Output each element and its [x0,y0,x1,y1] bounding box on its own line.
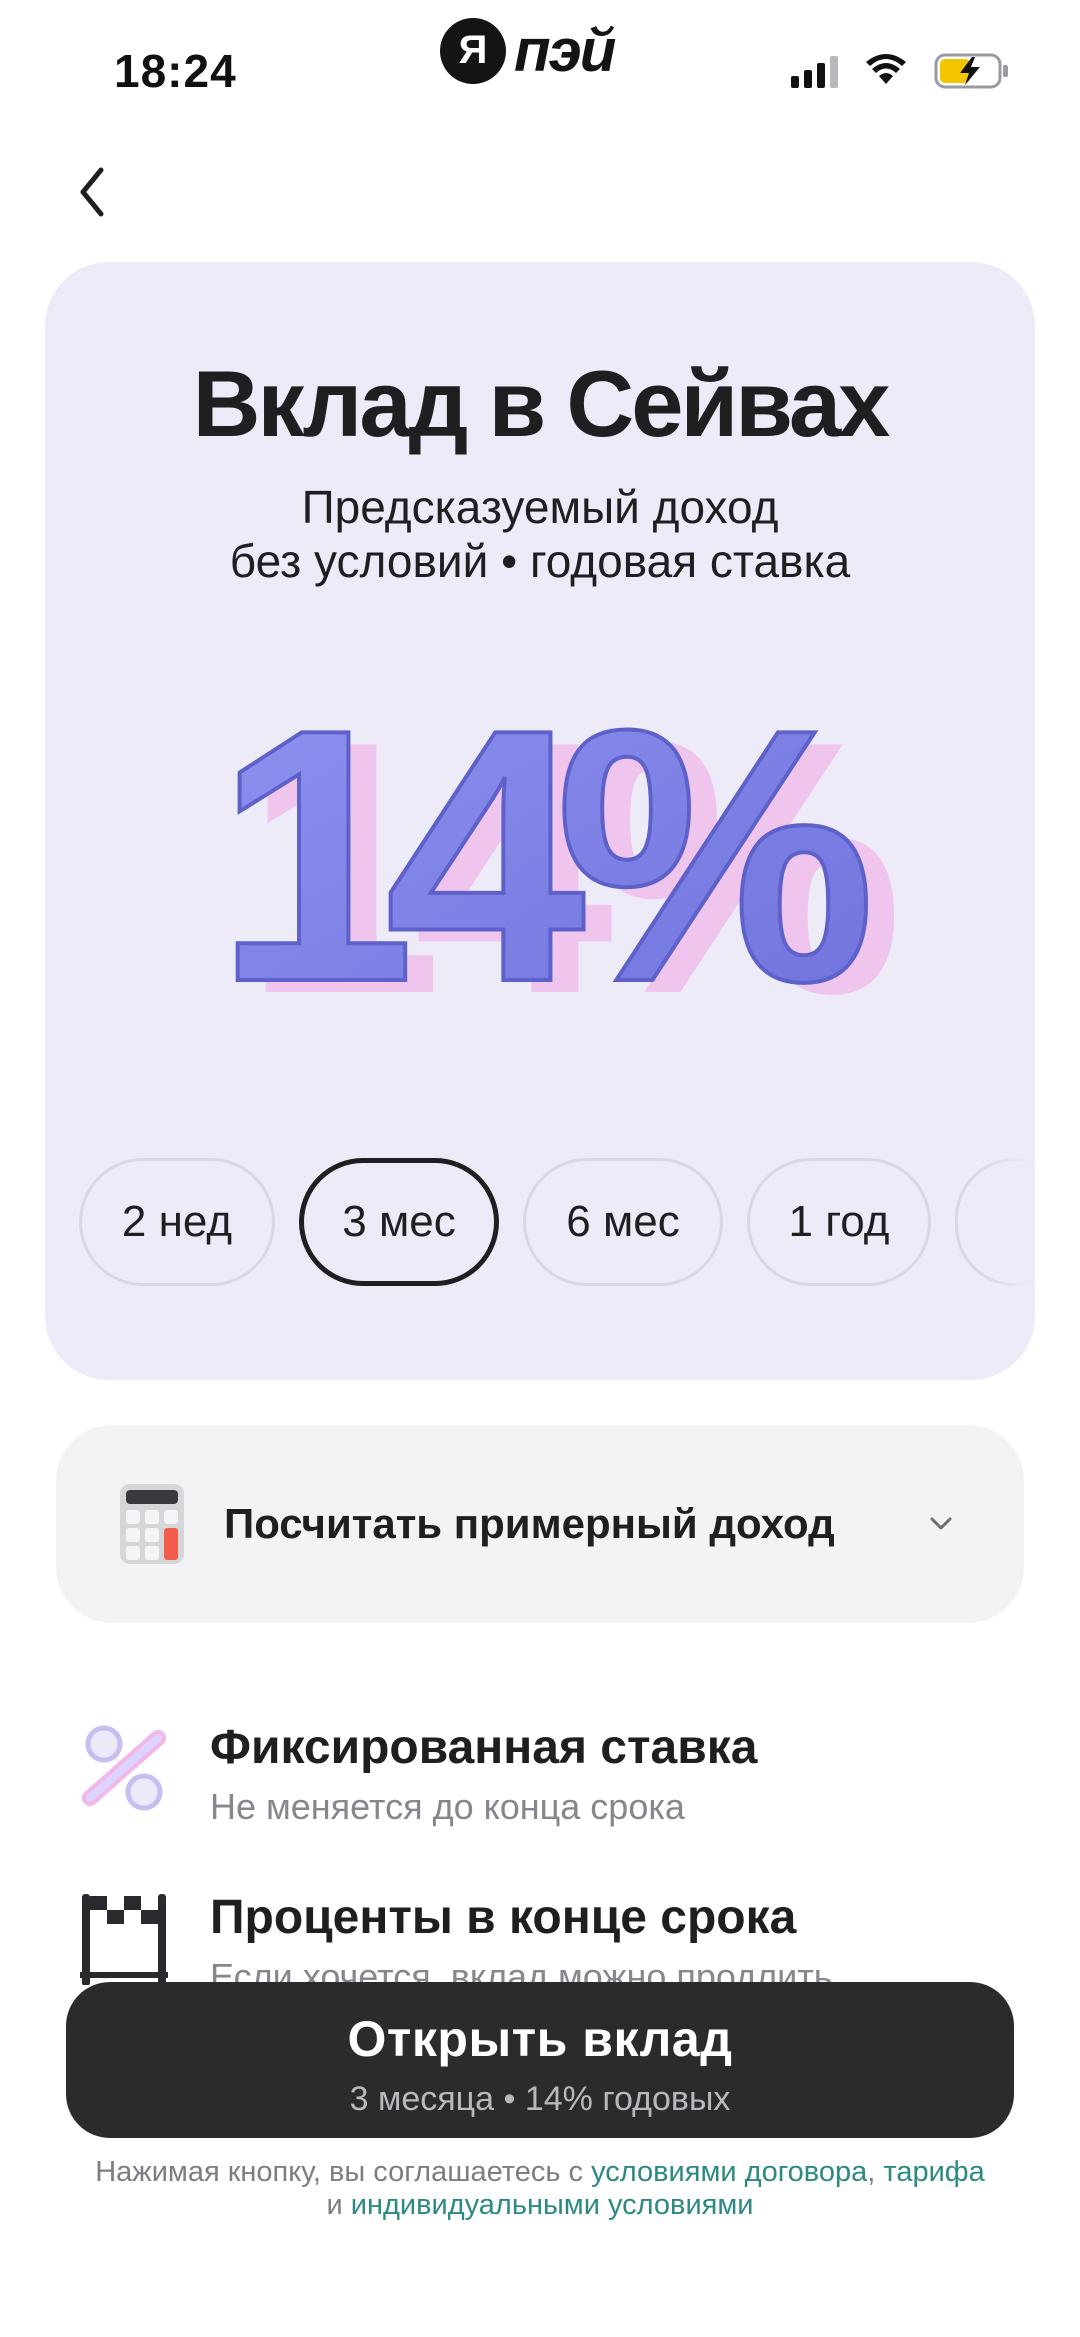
legal-sep: , [867,2156,884,2188]
legal-disclaimer: Нажимая кнопку, вы соглашаетесь с услови… [40,2156,1040,2222]
brand-letter: Я [440,17,506,84]
feature-fixed-rate: Фиксированная ставка Не меняется до конц… [76,1720,1016,1860]
percent-icon [82,1725,166,1811]
term-chip-3-months[interactable]: 3 мес [299,1158,499,1286]
term-selector: 2 нед 3 мес 6 мес 1 год [79,1158,1035,1286]
tariff-link[interactable]: тарифа [883,2156,984,2188]
cellular-signal-icon [791,54,838,88]
chevron-down-icon [930,1517,952,1530]
cta-subtitle: 3 месяца • 14% годовых [349,2080,731,2118]
hero-subtitle-line2: без условий • годовая ставка [229,535,851,587]
term-chip-1-year[interactable]: 1 год [747,1158,931,1286]
deposit-hero-card: Вклад в Сейвах Предсказуемый доход без у… [45,262,1035,1380]
brand-logo: Я пэй [440,16,616,85]
term-chip-2-weeks[interactable]: 2 нед [79,1158,275,1286]
finish-flag-icon [80,1894,168,1986]
open-deposit-button[interactable]: Открыть вклад 3 месяца • 14% годовых [66,1982,1014,2138]
back-button[interactable] [60,160,124,224]
battery-charging-icon [934,53,1008,89]
hero-subtitle-line1: Предсказуемый доход [301,481,779,533]
calculator-icon [120,1484,184,1564]
status-bar: 18:24 Я пэй [0,0,1080,140]
individual-terms-link[interactable]: индивидуальными условиями [351,2189,754,2221]
chevron-left-icon [80,167,104,217]
feature-title: Фиксированная ставка [210,1721,758,1774]
legal-prefix: Нажимая кнопку, вы соглашаетесь с [95,2156,592,2188]
feature-subtitle: Не меняется до конца срока [210,1786,685,1827]
brand-name: пэй [514,17,616,84]
status-icons [791,52,1010,90]
rate-value: 14% [215,702,870,1032]
term-row-fade [975,1142,1035,1302]
rate-graphic: 14% 14% [215,702,915,1032]
cta-title: Открыть вклад [347,2011,733,2067]
legal-sep: и [326,2189,351,2221]
feature-title: Проценты в конце срока [210,1891,797,1944]
status-time: 18:24 [114,45,237,97]
wifi-icon [866,54,906,84]
contract-terms-link[interactable]: условиями договора [591,2156,867,2188]
income-calculator-toggle[interactable]: Посчитать примерный доход [56,1425,1024,1623]
term-chip-6-months[interactable]: 6 мес [523,1158,723,1286]
page-title: Вклад в Сейвах [192,351,891,456]
hero-subtitle: Предсказуемый доход без условий • годова… [45,480,1035,588]
calculator-label: Посчитать примерный доход [224,1500,835,1547]
